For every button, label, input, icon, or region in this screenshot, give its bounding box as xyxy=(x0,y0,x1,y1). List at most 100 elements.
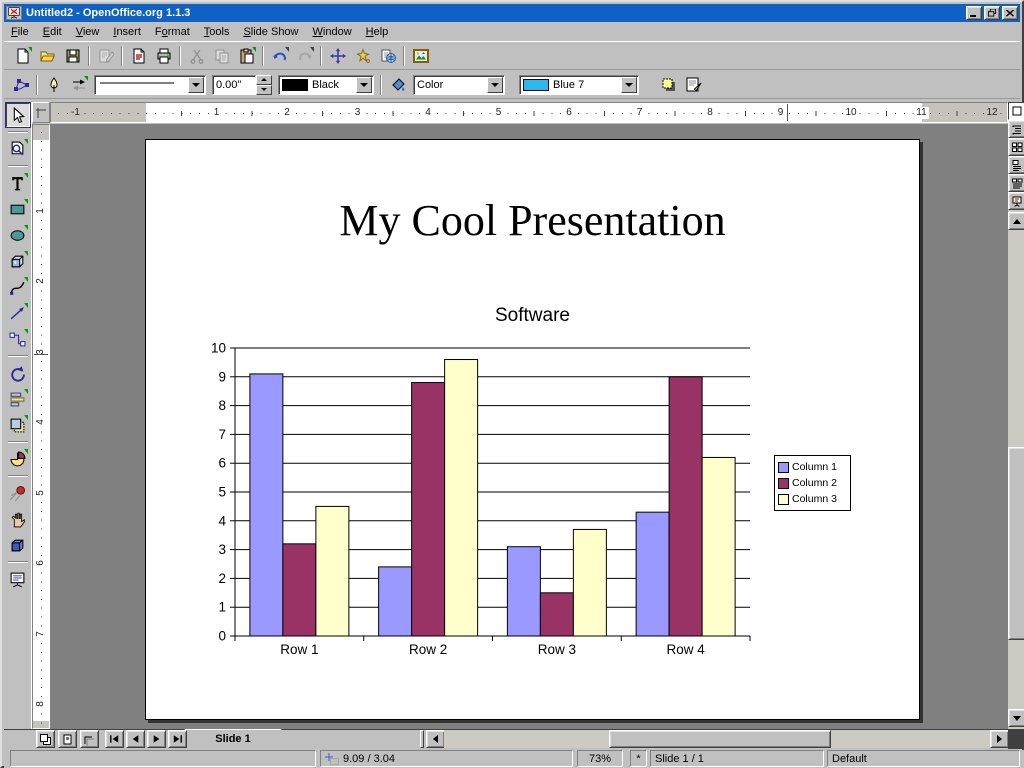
slide-mode-button[interactable] xyxy=(36,730,55,748)
zoom-button[interactable] xyxy=(351,45,374,67)
fill-color-combo[interactable]: Blue 7 xyxy=(519,75,639,95)
ruler-number: 5 xyxy=(35,488,47,498)
open-button[interactable] xyxy=(36,45,59,67)
last-slide-button[interactable] xyxy=(168,730,187,748)
svg-text:Row 1: Row 1 xyxy=(280,642,318,657)
line-style-dropdown-button[interactable] xyxy=(188,77,204,93)
status-zoom-field[interactable]: 73% xyxy=(577,750,623,767)
new-button[interactable] xyxy=(11,45,34,67)
first-slide-button[interactable] xyxy=(105,730,124,748)
workspace[interactable]: 012345678910Row 1Row 2Row 3Row 4 My Cool… xyxy=(50,124,1008,729)
menu-tools[interactable]: Tools xyxy=(197,24,237,40)
line-width-up-button[interactable] xyxy=(256,75,272,85)
rotate-tool-button[interactable] xyxy=(6,361,30,385)
presentation-styles-button[interactable] xyxy=(682,74,705,96)
arrow-ends-button[interactable] xyxy=(67,74,90,96)
drawing-view-button[interactable] xyxy=(1008,102,1024,120)
restore-button[interactable] xyxy=(984,6,1000,20)
gallery-button[interactable] xyxy=(376,45,399,67)
slideshow-button[interactable] xyxy=(1008,192,1024,210)
menu-slide-show[interactable]: Slide Show xyxy=(236,24,305,40)
title-bar[interactable]: Untitled2 - OpenOffice.org 1.1.3 xyxy=(4,4,1020,22)
line-width-input[interactable] xyxy=(212,75,256,95)
interaction-tool-button[interactable] xyxy=(6,507,30,531)
ellipse-tool-button[interactable] xyxy=(6,223,30,247)
fill-color-dropdown-button[interactable] xyxy=(621,77,637,93)
scroll-up-button[interactable] xyxy=(1008,212,1024,230)
edit-points-button[interactable] xyxy=(9,74,32,96)
last-slide-icon xyxy=(171,733,184,745)
minimize-button[interactable] xyxy=(966,6,982,20)
horizontal-ruler[interactable]: -1123456789101112 xyxy=(50,102,1008,123)
menu-insert[interactable]: Insert xyxy=(106,24,148,40)
shadow-button[interactable] xyxy=(657,74,680,96)
paste-button[interactable] xyxy=(235,45,258,67)
status-slide-field[interactable]: Slide 1 / 1 xyxy=(650,750,824,767)
insert-tool-button[interactable] xyxy=(6,447,30,471)
objects-3d-tool-button[interactable] xyxy=(6,249,30,273)
menu-file[interactable]: File xyxy=(4,24,36,40)
line-style-combo[interactable] xyxy=(94,75,206,95)
undo-button[interactable] xyxy=(268,45,291,67)
line-color-combo[interactable]: Black xyxy=(278,75,374,95)
prev-slide-button[interactable] xyxy=(126,730,145,748)
vertical-scroll-thumb[interactable] xyxy=(1008,447,1024,640)
chart-title[interactable]: Software xyxy=(146,305,919,327)
text-tool-button[interactable] xyxy=(6,171,30,195)
alignment-tool-button[interactable] xyxy=(6,387,30,411)
layer-mode-button[interactable] xyxy=(80,730,99,748)
status-position-field[interactable]: 9.09 / 3.04 xyxy=(320,750,573,767)
pen-style-button[interactable] xyxy=(42,74,65,96)
vertical-ruler[interactable]: 12345678 xyxy=(32,124,50,729)
next-slide-button[interactable] xyxy=(147,730,166,748)
line-color-dropdown-button[interactable] xyxy=(356,77,372,93)
menu-help[interactable]: Help xyxy=(359,24,396,40)
scroll-down-button[interactable] xyxy=(1008,709,1024,727)
scroll-left-button[interactable] xyxy=(426,730,445,748)
fill-type-dropdown-button[interactable] xyxy=(487,77,503,93)
select-tool-button[interactable] xyxy=(6,103,30,127)
slide-title[interactable]: My Cool Presentation xyxy=(146,195,919,246)
vertical-scrollbar[interactable] xyxy=(1008,102,1024,729)
close-button[interactable] xyxy=(1002,6,1018,20)
notes-view-button[interactable] xyxy=(1008,156,1024,174)
connector-tool-button[interactable] xyxy=(6,327,30,351)
navigator-button[interactable] xyxy=(326,45,349,67)
export-pdf-button[interactable] xyxy=(127,45,150,67)
slides-view-button[interactable] xyxy=(1008,138,1024,156)
fill-type-combo[interactable]: Color xyxy=(413,75,505,95)
flyout-indicator xyxy=(24,277,28,282)
presentation-tool-button[interactable] xyxy=(6,567,30,591)
insert-graphics-button[interactable] xyxy=(409,45,432,67)
ruler-origin-box[interactable] xyxy=(32,102,50,123)
effects-tool-button[interactable] xyxy=(6,481,30,505)
horizontal-scrollbar[interactable] xyxy=(444,730,990,748)
print-button[interactable] xyxy=(152,45,175,67)
line-width-spinner[interactable] xyxy=(212,75,272,95)
master-mode-button[interactable] xyxy=(58,730,77,748)
zoom-tool-button[interactable] xyxy=(6,137,30,161)
menu-view[interactable]: View xyxy=(69,24,107,40)
slide-tab[interactable]: Slide 1 xyxy=(175,729,291,748)
outline-view-button[interactable] xyxy=(1008,120,1024,138)
horizontal-scroll-thumb[interactable] xyxy=(609,730,831,748)
chart-legend[interactable]: Column 1Column 2Column 3 xyxy=(774,455,851,511)
fill-style-button[interactable] xyxy=(386,74,409,96)
save-button[interactable] xyxy=(61,45,84,67)
arrange-tool-button[interactable] xyxy=(6,413,30,437)
menu-format[interactable]: Format xyxy=(148,24,197,40)
lines-arrows-tool-button[interactable] xyxy=(6,301,30,325)
menu-edit[interactable]: Edit xyxy=(36,24,69,40)
handout-view-button[interactable] xyxy=(1008,174,1024,192)
flyout-indicator xyxy=(24,199,28,204)
menu-window[interactable]: Window xyxy=(306,24,359,40)
line-style-preview xyxy=(98,78,187,91)
status-template-field[interactable]: Default xyxy=(827,750,1020,767)
slide-canvas[interactable]: 012345678910Row 1Row 2Row 3Row 4 My Cool… xyxy=(145,139,920,720)
controller-3d-tool-button[interactable] xyxy=(6,533,30,557)
scroll-right-button[interactable] xyxy=(990,730,1009,748)
tab-scrollbar-splitter[interactable] xyxy=(420,730,424,748)
rectangle-tool-button[interactable] xyxy=(6,197,30,221)
line-width-down-button[interactable] xyxy=(256,85,272,95)
curve-tool-button[interactable] xyxy=(6,275,30,299)
